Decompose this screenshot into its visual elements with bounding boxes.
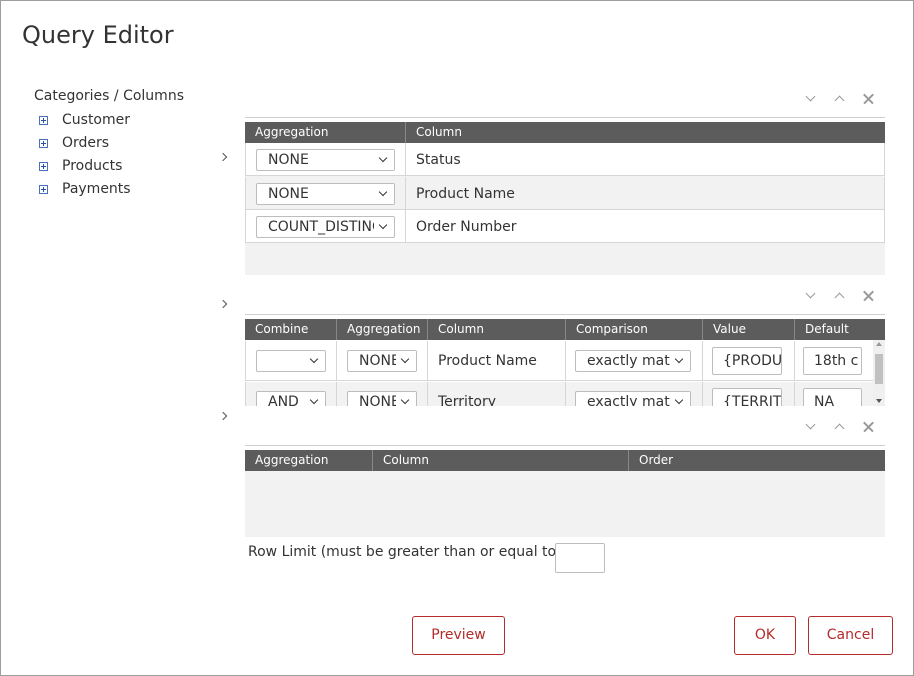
tree-title: Categories / Columns [34, 88, 184, 104]
filter-table-header: Combine Aggregation Column Comparison Va… [245, 319, 885, 340]
dialog-title: Query Editor [22, 21, 174, 49]
value-input[interactable]: {TERRITORY} [712, 388, 782, 406]
tree-item-label: Orders [62, 135, 110, 151]
tree-item-customer[interactable]: Customer [39, 111, 130, 129]
chevron-down-icon [374, 216, 394, 237]
chevron-down-icon [305, 351, 325, 371]
remove-close-icon[interactable] [861, 288, 876, 303]
move-down-chevron-down-icon[interactable] [803, 288, 818, 303]
order-table [245, 471, 885, 537]
move-down-chevron-down-icon[interactable] [803, 419, 818, 434]
value-input[interactable]: {PRODUCT} [712, 347, 782, 375]
comparison-select[interactable]: exactly matches [575, 391, 691, 406]
move-down-chevron-down-icon[interactable] [803, 91, 818, 106]
chevron-down-icon [670, 392, 690, 406]
expand-icon[interactable] [39, 161, 48, 171]
divider [245, 117, 885, 118]
divider [245, 445, 885, 446]
scrollbar-thumb[interactable] [875, 354, 883, 384]
column-header: Default [805, 322, 849, 336]
order-panel-controls [803, 419, 876, 434]
expand-icon[interactable] [39, 138, 48, 148]
select-panel-controls [803, 91, 876, 106]
chevron-down-icon [396, 351, 416, 371]
table-row[interactable]: NONE Product Name exactly matches {PRODU… [245, 341, 873, 381]
column-header: Aggregation [245, 122, 406, 143]
tree-item-label: Payments [62, 181, 131, 197]
tree-item-label: Products [62, 158, 123, 174]
table-row[interactable]: COUNT_DISTINCT Order Number [245, 210, 885, 243]
scroll-up-icon[interactable] [876, 342, 882, 346]
remove-close-icon[interactable] [861, 91, 876, 106]
chevron-down-icon [374, 149, 394, 170]
move-up-chevron-up-icon[interactable] [832, 288, 847, 303]
cancel-button[interactable]: Cancel [808, 616, 893, 655]
combine-select[interactable] [256, 350, 326, 372]
combine-select[interactable]: AND [256, 391, 326, 406]
filter-scrollbar[interactable] [873, 340, 885, 406]
move-up-chevron-up-icon[interactable] [832, 91, 847, 106]
table-row[interactable]: NONE Status [245, 143, 885, 176]
column-header: Value [703, 319, 795, 340]
remove-close-icon[interactable] [861, 419, 876, 434]
divider [245, 314, 885, 315]
column-header: Aggregation [337, 319, 428, 340]
tree-item-payments[interactable]: Payments [39, 180, 131, 198]
table-row[interactable]: NONE Product Name [245, 177, 885, 210]
column-header: Column [416, 125, 462, 139]
column-header: Column [373, 450, 629, 471]
add-to-filter-chevron-right-icon[interactable] [218, 297, 232, 311]
tree-item-label: Customer [62, 112, 131, 128]
aggregation-select[interactable]: NONE [256, 182, 395, 205]
ok-button[interactable]: OK [734, 616, 796, 655]
select-table-header: Aggregation Column [245, 122, 885, 143]
aggregation-select[interactable]: COUNT_DISTINCT [256, 215, 395, 238]
aggregation-select[interactable]: NONE [347, 350, 417, 372]
column-name: Product Name [428, 341, 566, 381]
column-name: Territory [428, 382, 566, 406]
add-to-order-chevron-right-icon[interactable] [218, 409, 232, 423]
column-name: Status [416, 151, 461, 168]
filter-panel-controls [803, 288, 876, 303]
order-table-header: Aggregation Column Order [245, 450, 885, 471]
chevron-down-icon [670, 351, 690, 371]
column-header: Column [428, 319, 566, 340]
default-input[interactable]: NA [803, 388, 862, 406]
expand-icon[interactable] [39, 115, 48, 125]
default-input[interactable]: 18th c [803, 347, 862, 375]
filter-table[interactable]: NONE Product Name exactly matches {PRODU… [245, 340, 885, 406]
expand-icon[interactable] [39, 184, 48, 194]
preview-button[interactable]: Preview [412, 616, 505, 655]
aggregation-select[interactable]: NONE [347, 391, 417, 406]
column-header: Order [639, 453, 674, 467]
chevron-down-icon [305, 392, 325, 406]
add-to-select-chevron-right-icon[interactable] [218, 150, 232, 164]
comparison-select[interactable]: exactly matches [575, 350, 691, 372]
column-name: Order Number [416, 218, 517, 235]
scroll-down-icon[interactable] [876, 399, 882, 403]
tree-item-orders[interactable]: Orders [39, 134, 109, 152]
select-table: NONE Status NONE Product Name COUNT_DIST… [245, 143, 885, 275]
tree-item-products[interactable]: Products [39, 157, 122, 175]
column-header: Combine [245, 319, 337, 340]
column-name: Product Name [416, 185, 515, 202]
query-editor-dialog: Query Editor Categories / Columns Custom… [0, 0, 914, 676]
chevron-down-icon [374, 183, 394, 204]
chevron-down-icon [396, 392, 416, 406]
row-limit-input[interactable] [555, 543, 605, 573]
column-header: Aggregation [245, 450, 373, 471]
column-header: Comparison [566, 319, 703, 340]
table-row[interactable]: AND NONE Territory exactly matches {TERR… [245, 382, 873, 406]
aggregation-select[interactable]: NONE [256, 148, 395, 171]
move-up-chevron-up-icon[interactable] [832, 419, 847, 434]
row-limit-label: Row Limit (must be greater than or equal… [248, 544, 580, 560]
